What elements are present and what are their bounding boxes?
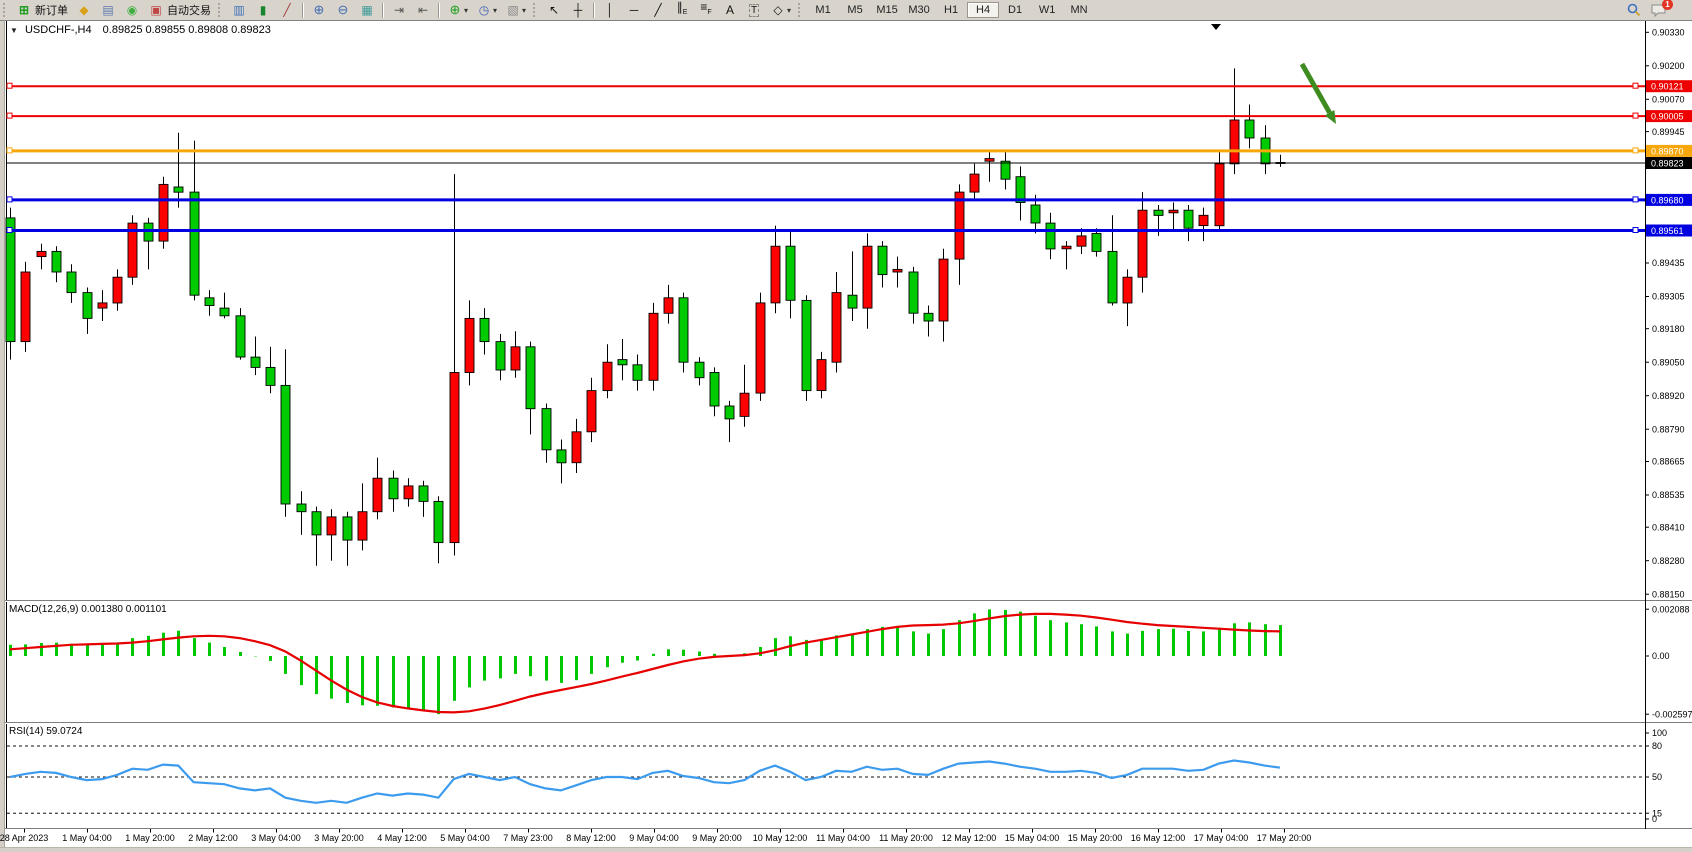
symbol-dropdown-icon[interactable]: ▼: [10, 26, 18, 35]
price-badge-0.90005: 0.90005: [1646, 110, 1692, 122]
svg-text:0.88410: 0.88410: [1652, 522, 1685, 532]
svg-text:0.90121: 0.90121: [1651, 82, 1684, 92]
price-badge-0.89680: 0.89680: [1646, 194, 1692, 206]
svg-text:0.90330: 0.90330: [1652, 28, 1685, 38]
svg-text:0.89180: 0.89180: [1652, 324, 1685, 334]
svg-text:9 May 04:00: 9 May 04:00: [629, 833, 679, 843]
svg-text:0.002088: 0.002088: [1652, 604, 1690, 614]
svg-text:0.90200: 0.90200: [1652, 61, 1685, 71]
svg-text:16 May 12:00: 16 May 12:00: [1131, 833, 1186, 843]
svg-text:9 May 20:00: 9 May 20:00: [692, 833, 742, 843]
svg-text:15 May 04:00: 15 May 04:00: [1005, 833, 1060, 843]
svg-text:50: 50: [1652, 772, 1662, 782]
svg-text:0.88150: 0.88150: [1652, 589, 1685, 599]
price-badge-0.90121: 0.90121: [1646, 80, 1692, 92]
svg-text:4 May 12:00: 4 May 12:00: [377, 833, 427, 843]
svg-text:2 May 12:00: 2 May 12:00: [188, 833, 238, 843]
price-badge-0.89561: 0.89561: [1646, 225, 1692, 237]
svg-text:0.89305: 0.89305: [1652, 292, 1685, 302]
svg-text:17 May 20:00: 17 May 20:00: [1257, 833, 1312, 843]
svg-text:11 May 04:00: 11 May 04:00: [816, 833, 870, 843]
chart-ohlc: 0.89825 0.89855 0.89808 0.89823: [103, 24, 271, 36]
svg-text:0.89870: 0.89870: [1651, 146, 1684, 156]
svg-text:0.88790: 0.88790: [1652, 424, 1685, 434]
macd-indicator-label: MACD(12,26,9) 0.001380 0.001101: [9, 604, 167, 615]
svg-text:12 May 12:00: 12 May 12:00: [942, 833, 997, 843]
price-badge-0.89870: 0.89870: [1646, 145, 1692, 157]
svg-text:1 May 20:00: 1 May 20:00: [125, 833, 175, 843]
svg-text:0.88665: 0.88665: [1652, 457, 1685, 467]
svg-text:0: 0: [1652, 814, 1657, 824]
svg-text:15 May 20:00: 15 May 20:00: [1068, 833, 1123, 843]
price-badge-0.89823: 0.89823: [1646, 157, 1692, 169]
svg-text:0.89561: 0.89561: [1651, 226, 1684, 236]
svg-text:3 May 20:00: 3 May 20:00: [314, 833, 364, 843]
svg-text:0.89050: 0.89050: [1652, 357, 1685, 367]
chart-symbol: USDCHF-,H4: [25, 24, 92, 36]
chart-area[interactable]: 0.903300.902000.900700.899450.898150.896…: [0, 0, 1692, 852]
svg-text:0.88280: 0.88280: [1652, 556, 1685, 566]
svg-text:100: 100: [1652, 728, 1667, 738]
chart-title: ▼ USDCHF-,H4 0.89825 0.89855 0.89808 0.8…: [10, 24, 271, 36]
svg-text:0.00: 0.00: [1652, 651, 1670, 661]
svg-text:17 May 04:00: 17 May 04:00: [1194, 833, 1249, 843]
svg-text:-0.002597: -0.002597: [1652, 709, 1692, 719]
mt4-window: 新订单 自动交易 ▾ ▾ ▾ ▾: [0, 0, 1692, 852]
svg-text:0.89945: 0.89945: [1652, 127, 1685, 137]
svg-text:3 May 04:00: 3 May 04:00: [251, 833, 301, 843]
svg-text:0.88920: 0.88920: [1652, 391, 1685, 401]
svg-text:0.90070: 0.90070: [1652, 95, 1685, 105]
svg-text:0.89680: 0.89680: [1651, 195, 1684, 205]
svg-text:5 May 04:00: 5 May 04:00: [440, 833, 490, 843]
svg-text:0.89823: 0.89823: [1651, 158, 1684, 168]
svg-text:0.88535: 0.88535: [1652, 490, 1685, 500]
svg-text:8 May 12:00: 8 May 12:00: [566, 833, 616, 843]
svg-text:0.90005: 0.90005: [1651, 112, 1684, 122]
svg-text:28 Apr 2023: 28 Apr 2023: [0, 833, 48, 843]
svg-text:11 May 20:00: 11 May 20:00: [879, 833, 933, 843]
rsi-indicator-label: RSI(14) 59.0724: [9, 726, 82, 737]
svg-text:10 May 12:00: 10 May 12:00: [753, 833, 808, 843]
svg-text:0.89435: 0.89435: [1652, 258, 1685, 268]
svg-text:7 May 23:00: 7 May 23:00: [503, 833, 553, 843]
svg-text:1 May 04:00: 1 May 04:00: [62, 833, 112, 843]
svg-text:80: 80: [1652, 741, 1662, 751]
